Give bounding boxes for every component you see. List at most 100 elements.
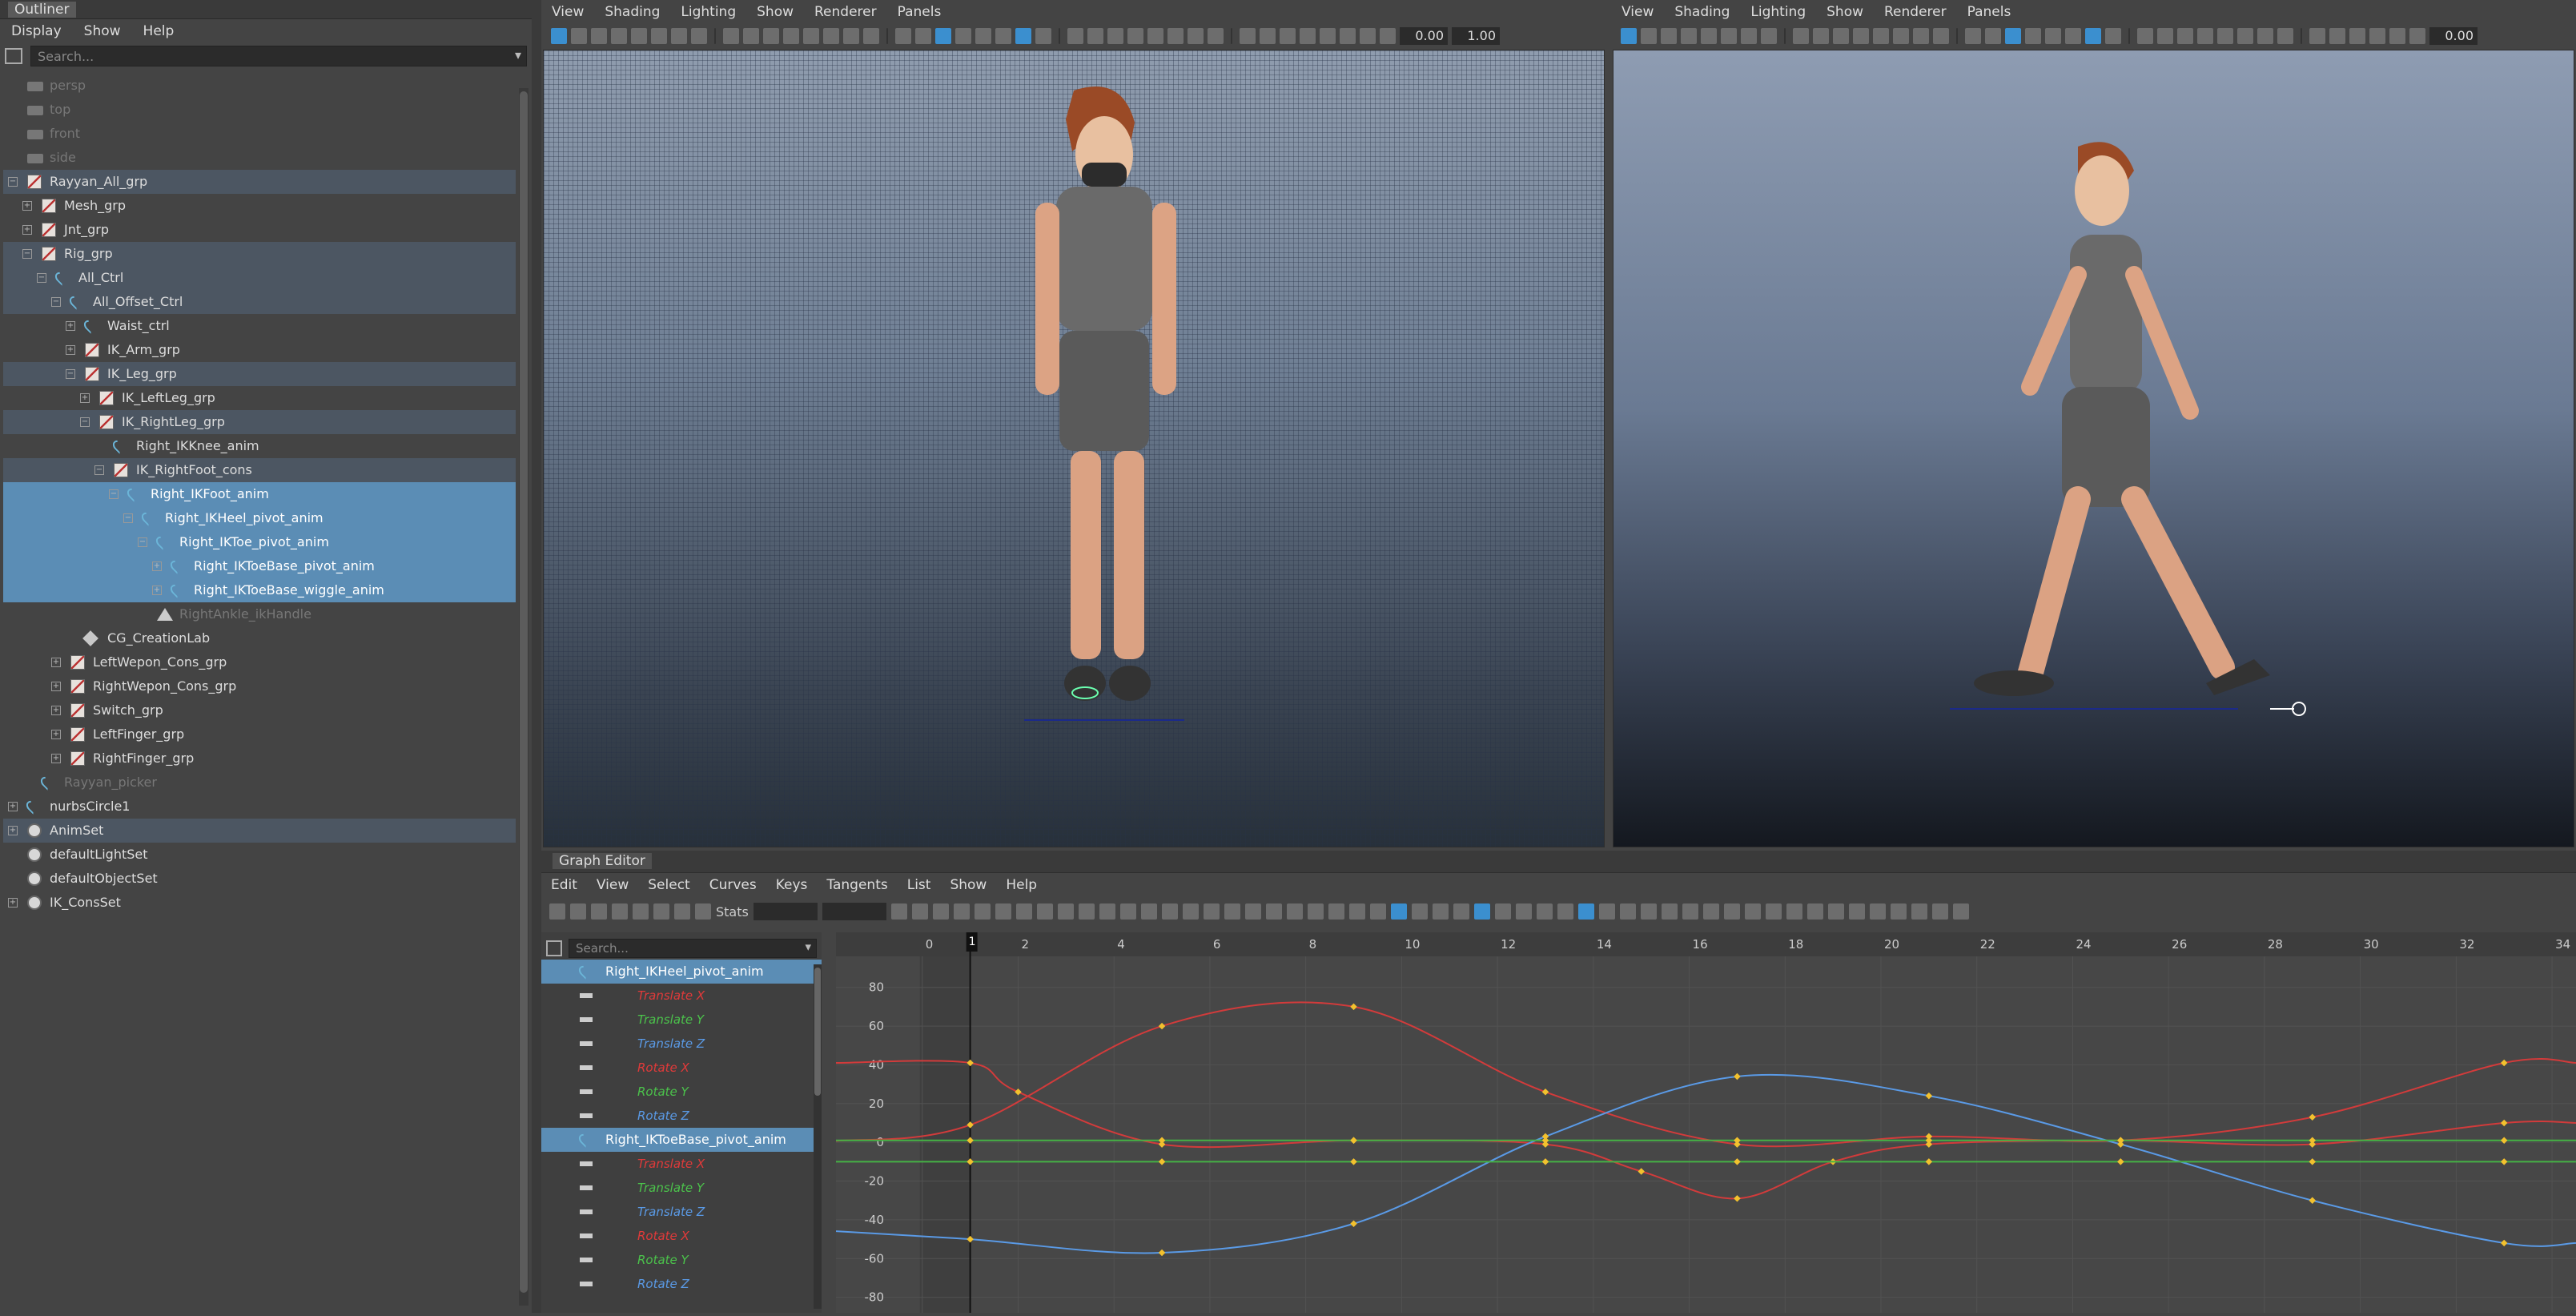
graph-tool-icon[interactable] xyxy=(1078,903,1095,920)
collapse-icon[interactable]: − xyxy=(80,417,90,427)
graph-tool-icon[interactable] xyxy=(1328,903,1344,920)
outliner-row[interactable]: + Jnt_grp xyxy=(3,218,516,242)
graph-tool-icon[interactable] xyxy=(1203,903,1220,920)
viewport-tool-icon[interactable] xyxy=(2005,28,2021,44)
expand-icon[interactable]: + xyxy=(80,393,90,403)
channel-attribute-row[interactable]: Translate Z xyxy=(541,1032,822,1056)
channel-attribute-row[interactable]: Translate Z xyxy=(541,1200,822,1224)
graph-tool-icon[interactable] xyxy=(1557,903,1573,920)
ge-menu-curves[interactable]: Curves xyxy=(700,877,766,893)
viewport-tool-icon[interactable] xyxy=(2025,28,2041,44)
outliner-row[interactable]: − Right_IKFoot_anim xyxy=(3,482,516,506)
outliner-row[interactable]: + IK_Arm_grp xyxy=(3,338,516,362)
outliner-row[interactable]: + RightWepon_Cons_grp xyxy=(3,674,516,698)
expand-icon[interactable]: + xyxy=(51,682,61,691)
viewport-tool-icon[interactable] xyxy=(2369,28,2385,44)
graph-tool-icon[interactable] xyxy=(1869,903,1886,920)
graph-tool-icon[interactable] xyxy=(1140,903,1157,920)
outliner-row[interactable]: − All_Offset_Ctrl xyxy=(3,290,516,314)
viewport-tool-icon[interactable] xyxy=(1985,28,2001,44)
graph-tool-icon[interactable] xyxy=(1057,903,1074,920)
viewport-tool-icon[interactable] xyxy=(2237,28,2253,44)
viewport-tool-icon[interactable] xyxy=(2197,28,2213,44)
viewport-tool-icon[interactable] xyxy=(1360,28,1376,44)
viewport-tool-icon[interactable] xyxy=(1681,28,1697,44)
ge-menu-list[interactable]: List xyxy=(898,877,941,893)
outliner-row[interactable]: − All_Ctrl xyxy=(3,266,516,290)
outliner-row[interactable]: + Right_IKToeBase_wiggle_anim xyxy=(3,578,516,602)
graph-tool-icon[interactable] xyxy=(1848,903,1865,920)
graph-tool-icon[interactable] xyxy=(1827,903,1844,920)
viewport-tool-icon[interactable] xyxy=(823,28,839,44)
viewport-tool-icon[interactable] xyxy=(2349,28,2365,44)
graph-tool-icon[interactable] xyxy=(1286,903,1303,920)
graph-tool-icon[interactable] xyxy=(932,903,949,920)
expand-icon[interactable]: + xyxy=(66,321,75,331)
collapse-icon[interactable]: − xyxy=(8,177,18,187)
viewport-tool-icon[interactable] xyxy=(1240,28,1256,44)
viewport-tool-icon[interactable] xyxy=(1260,28,1276,44)
vp2-menu-panels[interactable]: Panels xyxy=(1957,4,2022,20)
graph-tool-icon[interactable] xyxy=(633,903,649,920)
graph-tool-icon[interactable] xyxy=(911,903,928,920)
channel-attribute-row[interactable]: Rotate Z xyxy=(541,1272,822,1296)
expand-icon[interactable]: + xyxy=(8,898,18,908)
graph-tool-icon[interactable] xyxy=(1015,903,1032,920)
outliner-row[interactable]: front xyxy=(3,122,516,146)
camera-clip-field[interactable]: 1.00 xyxy=(1452,27,1500,45)
viewport-tool-icon[interactable] xyxy=(1147,28,1163,44)
outliner-row[interactable]: + AnimSet xyxy=(3,819,516,843)
outliner-row[interactable]: RightAnkle_ikHandle xyxy=(3,602,516,626)
viewport-tool-icon[interactable] xyxy=(843,28,859,44)
channel-object-row[interactable]: Right_IKToeBase_pivot_anim xyxy=(541,1128,822,1152)
graph-tool-icon[interactable] xyxy=(1702,903,1719,920)
viewport-tool-icon[interactable] xyxy=(591,28,607,44)
graph-tool-icon[interactable] xyxy=(1432,903,1449,920)
outliner-row[interactable]: + RightFinger_grp xyxy=(3,747,516,771)
outliner-row[interactable]: − IK_RightFoot_cons xyxy=(3,458,516,482)
graph-tool-icon[interactable] xyxy=(1911,903,1927,920)
viewport-tool-icon[interactable] xyxy=(2137,28,2153,44)
viewport-tool-icon[interactable] xyxy=(1059,28,1060,44)
viewport-tool-icon[interactable] xyxy=(1320,28,1336,44)
outliner-row[interactable]: Right_IKKnee_anim xyxy=(3,434,516,458)
expand-icon[interactable]: + xyxy=(152,586,162,595)
graph-tool-icon[interactable] xyxy=(1806,903,1823,920)
vp1-menu-panels[interactable]: Panels xyxy=(887,4,952,20)
viewport-side-scene[interactable] xyxy=(1613,50,2574,847)
graph-tool-icon[interactable] xyxy=(1598,903,1615,920)
graph-tool-icon[interactable] xyxy=(974,903,991,920)
graph-tool-icon[interactable] xyxy=(695,903,711,920)
viewport-tool-icon[interactable] xyxy=(1087,28,1103,44)
viewport-front-scene[interactable] xyxy=(543,50,1605,847)
viewport-tool-icon[interactable] xyxy=(2065,28,2081,44)
outliner-row[interactable]: Rayyan_picker xyxy=(3,771,516,795)
outliner-row[interactable]: + Waist_ctrl xyxy=(3,314,516,338)
graph-tool-icon[interactable] xyxy=(1619,903,1636,920)
graph-tool-icon[interactable] xyxy=(549,903,565,920)
viewport-tool-icon[interactable] xyxy=(571,28,587,44)
viewport-tool-icon[interactable] xyxy=(763,28,779,44)
viewport-tool-icon[interactable] xyxy=(1873,28,1889,44)
viewport-tool-icon[interactable] xyxy=(2301,28,2302,44)
expand-icon[interactable]: + xyxy=(152,561,162,571)
vp2-menu-lighting[interactable]: Lighting xyxy=(1740,4,1816,20)
viewport-tool-icon[interactable] xyxy=(1208,28,1224,44)
outliner-row[interactable]: side xyxy=(3,146,516,170)
viewport-tool-icon[interactable] xyxy=(714,28,716,44)
viewport-tool-icon[interactable] xyxy=(1701,28,1717,44)
graph-tool-icon[interactable] xyxy=(1369,903,1386,920)
expand-icon[interactable]: + xyxy=(22,225,32,235)
channel-attribute-row[interactable]: Rotate X xyxy=(541,1056,822,1080)
viewport-tool-icon[interactable] xyxy=(1761,28,1777,44)
graph-tool-icon[interactable] xyxy=(953,903,970,920)
expand-icon[interactable]: + xyxy=(8,826,18,835)
expand-icon[interactable]: + xyxy=(51,730,61,739)
outliner-search-input[interactable]: Search... xyxy=(30,46,527,66)
ge-menu-select[interactable]: Select xyxy=(638,877,699,893)
expand-icon[interactable]: + xyxy=(51,658,61,667)
viewport-tool-icon[interactable] xyxy=(1741,28,1757,44)
outliner-row[interactable]: + LeftFinger_grp xyxy=(3,722,516,747)
menu-show[interactable]: Show xyxy=(73,23,132,39)
menu-help[interactable]: Help xyxy=(132,23,186,39)
